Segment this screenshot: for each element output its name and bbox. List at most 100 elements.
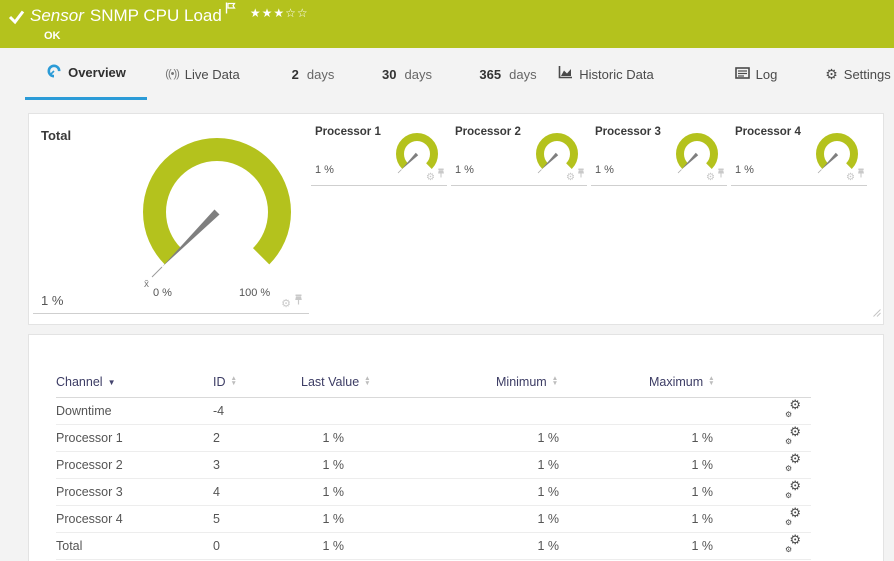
tab-365-days-unit: days <box>509 67 536 82</box>
gauges-card: Total x̄ 0 % 100 % 1 % ⚙ Processor 1 <box>28 113 884 325</box>
cell-minimum <box>496 397 571 424</box>
cell-id: 0 <box>213 532 301 559</box>
resize-handle-icon[interactable] <box>873 304 881 322</box>
cell-minimum: 1 % <box>496 478 571 505</box>
cell-channel: Processor 3 <box>56 478 213 505</box>
cell-minimum: 1 % <box>496 424 571 451</box>
tab-2-days-unit: days <box>307 67 334 82</box>
cell-channel: Processor 4 <box>56 505 213 532</box>
panel-gear-icon[interactable]: ⚙ <box>426 173 435 183</box>
tab-2-days-number: 2 <box>292 67 299 82</box>
cell-maximum: 1 % <box>649 505 726 532</box>
panel-gear-icon[interactable]: ⚙ <box>281 299 291 310</box>
page-title: SNMP CPU Load <box>90 6 222 26</box>
total-gauge-panel: Total x̄ 0 % 100 % 1 % ⚙ <box>33 116 309 314</box>
column-header-maximum[interactable]: Maximum▲▼ <box>649 367 726 397</box>
column-header-minimum[interactable]: Minimum ▲▼ <box>496 367 571 397</box>
stars-empty: ☆☆ <box>285 6 309 20</box>
column-header-minimum-label: Minimum <box>496 375 547 389</box>
column-header-id[interactable]: ID▲▼ <box>213 367 301 397</box>
cell-last-value: 1 % <box>301 424 346 451</box>
sort-desc-icon: ▼ <box>108 378 116 387</box>
cell-id: 5 <box>213 505 301 532</box>
table-row-processor-4[interactable]: Processor 4 5 1 % 1 % 1 % ⚙⚙ <box>56 505 811 532</box>
cell-last-value: 1 % <box>301 478 346 505</box>
pin-icon[interactable] <box>717 165 725 183</box>
sort-icon: ▲▼ <box>231 376 237 386</box>
cell-id: -4 <box>213 397 301 424</box>
processor-1-value: 1 % <box>315 164 334 176</box>
processor-3-value: 1 % <box>595 164 614 176</box>
channel-settings-icon[interactable]: ⚙⚙ <box>785 483 801 497</box>
processor-4-gauge-panel: Processor 4 1 % ⚙ <box>731 116 867 186</box>
priority-stars[interactable]: ★★★☆☆ <box>250 6 309 20</box>
channel-settings-icon[interactable]: ⚙⚙ <box>785 456 801 470</box>
pin-icon[interactable] <box>577 165 585 183</box>
tab-historic-data[interactable]: Historic Data <box>556 48 656 100</box>
tab-30-days-unit: days <box>405 67 432 82</box>
table-row-downtime[interactable]: Downtime -4 ⚙⚙ <box>56 397 811 424</box>
panel-gear-icon[interactable]: ⚙ <box>846 173 855 183</box>
processor-3-title: Processor 3 <box>595 126 661 138</box>
tab-365-days-number: 365 <box>479 67 501 82</box>
cell-last-value: 1 % <box>301 505 346 532</box>
panel-gear-icon[interactable]: ⚙ <box>706 173 715 183</box>
table-row-processor-2[interactable]: Processor 2 3 1 % 1 % 1 % ⚙⚙ <box>56 451 811 478</box>
tab-bar: Overview ((•)) Live Data 2 days 30 days … <box>0 48 894 102</box>
column-header-actions <box>726 367 811 397</box>
flag-icon <box>225 1 236 19</box>
table-row-processor-3[interactable]: Processor 3 4 1 % 1 % 1 % ⚙⚙ <box>56 478 811 505</box>
total-gauge-title: Total <box>41 128 71 143</box>
column-header-last-value-label: Last Value <box>301 375 359 389</box>
cell-id: 2 <box>213 424 301 451</box>
processor-1-gauge-panel: Processor 1 1 % ⚙ <box>311 116 447 186</box>
tab-30-days-number: 30 <box>382 67 396 82</box>
gauge-average-marker: x̄ <box>144 279 149 290</box>
tab-live-data[interactable]: ((•)) Live Data <box>160 48 245 100</box>
tab-365-days[interactable]: 365 days <box>479 48 537 100</box>
sort-icon: ▲▼ <box>552 376 558 386</box>
tab-overview[interactable]: Overview <box>25 48 147 100</box>
tab-live-data-label: Live Data <box>185 67 240 82</box>
cell-channel: Total <box>56 532 213 559</box>
tab-log[interactable]: Log <box>731 48 781 100</box>
tab-settings-label: Settings <box>844 67 891 82</box>
chart-icon <box>558 66 573 82</box>
column-header-channel[interactable]: Channel▼ <box>56 367 213 397</box>
tab-settings[interactable]: ⚙ Settings <box>822 48 894 100</box>
total-gauge: x̄ <box>132 132 302 292</box>
channel-settings-icon[interactable]: ⚙⚙ <box>785 429 801 443</box>
channel-settings-icon[interactable]: ⚙⚙ <box>785 402 801 416</box>
column-spacer <box>571 367 649 397</box>
processor-4-value: 1 % <box>735 164 754 176</box>
column-header-last-value[interactable]: Last Value▲▼ <box>301 367 346 397</box>
panel-gear-icon[interactable]: ⚙ <box>566 173 575 183</box>
gauge-scale-min: 0 % <box>153 287 172 299</box>
cell-channel: Downtime <box>56 397 213 424</box>
processor-2-value: 1 % <box>455 164 474 176</box>
table-row-processor-1[interactable]: Processor 1 2 1 % 1 % 1 % ⚙⚙ <box>56 424 811 451</box>
channel-table-card: Channel▼ ID▲▼ Last Value▲▼ Minimum▲▼ Max… <box>28 334 884 561</box>
processor-1-title: Processor 1 <box>315 126 381 138</box>
tab-2-days[interactable]: 2 days <box>288 48 338 100</box>
channel-settings-icon[interactable]: ⚙⚙ <box>785 537 801 551</box>
processor-2-gauge-panel: Processor 2 1 % ⚙ <box>451 116 587 186</box>
status-badge: OK <box>44 30 61 42</box>
cell-minimum: 1 % <box>496 532 571 559</box>
column-header-maximum-label: Maximum <box>649 375 703 389</box>
cell-minimum: 1 % <box>496 505 571 532</box>
log-icon <box>735 67 750 82</box>
live-data-icon: ((•)) <box>165 68 179 80</box>
table-row-total[interactable]: Total 0 1 % 1 % 1 % ⚙⚙ <box>56 532 811 559</box>
cell-maximum: 1 % <box>649 478 726 505</box>
tab-overview-label: Overview <box>68 65 126 80</box>
pin-icon[interactable] <box>857 165 865 183</box>
pin-icon[interactable] <box>294 292 303 310</box>
status-check-icon <box>8 9 25 30</box>
tab-30-days[interactable]: 30 days <box>381 48 433 100</box>
pin-icon[interactable] <box>437 165 445 183</box>
cell-id: 3 <box>213 451 301 478</box>
channel-settings-icon[interactable]: ⚙⚙ <box>785 510 801 524</box>
gauge-scale-max: 100 % <box>239 287 270 299</box>
gear-icon: ⚙ <box>825 67 838 81</box>
